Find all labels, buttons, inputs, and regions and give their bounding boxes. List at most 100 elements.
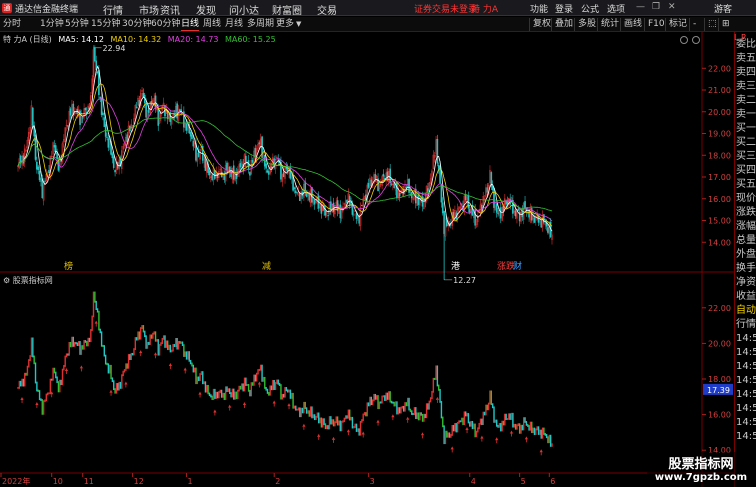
side-panel-item[interactable]: 14:5 [736, 360, 756, 374]
sub-bar [140, 327, 142, 340]
side-panel-item[interactable]: 行情 [736, 318, 756, 332]
price-tick-label: 22.00 [708, 64, 731, 73]
tool-fuquan[interactable]: 复权 [529, 18, 551, 31]
side-panel-item[interactable]: 14:5 [736, 374, 756, 388]
sub-bar [183, 344, 185, 357]
menu-wenxiaoda[interactable]: 问小达 [229, 2, 259, 17]
period-5min[interactable]: 5分钟 [65, 18, 89, 31]
tool-huaxian[interactable]: 画线 [620, 18, 642, 31]
candle-body [251, 160, 254, 163]
menu-jiaoyi[interactable]: 交易 [317, 2, 337, 17]
period-monthly[interactable]: 月线 [225, 18, 243, 31]
period-15min[interactable]: 15分钟 [91, 18, 120, 31]
menu-faxian[interactable]: 发现 [196, 2, 216, 17]
guest-label[interactable]: 游客 [714, 2, 732, 15]
candle-body [100, 97, 103, 115]
candle-body [299, 193, 301, 201]
side-panel-item[interactable]: 14:5 [736, 388, 756, 402]
pane-settings-icon[interactable] [680, 36, 688, 44]
candle-body [48, 170, 50, 173]
menu-hangqing[interactable]: 行情 [103, 2, 123, 17]
restore-icon[interactable]: ❐ [652, 2, 660, 12]
sub-bar [551, 443, 553, 447]
side-panel-item[interactable]: 自动 [736, 304, 756, 318]
sub-bar [537, 426, 540, 435]
candle-body [192, 141, 195, 147]
sub-bar [249, 389, 251, 397]
sub-bar [522, 417, 525, 431]
candle-body [211, 174, 213, 181]
side-panel-item[interactable]: 14:5 [736, 416, 756, 430]
sub-bar [327, 425, 329, 430]
close-icon[interactable]: ✕ [668, 2, 676, 12]
sub-bar [393, 401, 395, 407]
chart-area[interactable]: 22.00 21.00 20.00 19.00 18.00 17.00 16.00 15.00… [0, 32, 734, 487]
period-1min[interactable]: 1分钟 [40, 18, 64, 31]
tool-minus[interactable]: - [689, 18, 696, 31]
sub-bar [22, 378, 25, 387]
sub-tick-label: 18.00 [708, 375, 731, 384]
side-panel-item[interactable]: 14:5 [736, 430, 756, 444]
period-daily[interactable]: 日线 [181, 18, 200, 31]
tool-window-icon[interactable]: ⬚ [704, 18, 717, 31]
sub-bar [191, 362, 193, 367]
menu-xuanxiang[interactable]: 选项 [607, 2, 625, 15]
menu-denglu[interactable]: 登录 [555, 2, 573, 15]
sub-bar [359, 421, 362, 436]
sub-bar [281, 393, 284, 400]
tool-tongji[interactable]: 统计 [597, 18, 619, 31]
candle-body [36, 161, 38, 170]
menu-caifuquan[interactable]: 财富圈 [272, 2, 302, 17]
tool-biaoji[interactable]: 标记 [665, 18, 687, 31]
sub-bar [483, 411, 486, 416]
side-panel-item[interactable]: 14:5 [736, 332, 756, 346]
side-panel-item[interactable]: 14:5 [736, 346, 756, 360]
sub-bar [42, 400, 45, 415]
period-30min[interactable]: 30分钟 [122, 18, 151, 31]
sub-bar [417, 412, 420, 421]
period-multi[interactable]: 多周期 [247, 18, 274, 31]
menu-zixun[interactable]: 资讯 [160, 2, 180, 17]
period-60min[interactable]: 60分钟 [151, 18, 180, 31]
tool-grid-icon[interactable]: ⊞ [718, 18, 730, 31]
period-fenshi[interactable]: 分时 [3, 18, 21, 31]
menu-gongshi[interactable]: 公式 [581, 2, 599, 15]
sub-bar [36, 381, 38, 392]
side-panel-item[interactable]: 14:5 [736, 402, 756, 416]
sub-bar [117, 383, 119, 391]
minimize-icon[interactable]: — [636, 2, 645, 12]
sub-bar [126, 363, 128, 369]
sub-bar [69, 342, 72, 348]
sub-bar [467, 413, 470, 424]
kline-chart-svg[interactable]: 22.00 21.00 20.00 19.00 18.00 17.00 16.00 15.00… [0, 32, 734, 487]
sub-bar [218, 391, 220, 399]
tool-duogu[interactable]: 多股 [574, 18, 596, 31]
sub-bar [384, 395, 386, 401]
tool-diejia[interactable]: 叠加 [551, 18, 573, 31]
sub-bar [115, 383, 118, 394]
sub-pane-gear-icon[interactable]: ⚙ [3, 276, 10, 285]
tool-f10[interactable]: F10 [644, 18, 665, 31]
low-price-annotation: 12.27 [453, 276, 476, 285]
sub-bar [171, 349, 173, 353]
side-panel-item: 买三 [736, 151, 756, 162]
sub-bar [331, 419, 333, 425]
sub-bar [223, 392, 226, 400]
sub-bar [257, 369, 259, 375]
sub-bar [371, 399, 374, 406]
sub-bar [498, 423, 501, 428]
period-more[interactable]: 更多 [276, 18, 294, 31]
event-mark: 财 [513, 260, 522, 272]
more-chevron-icon[interactable]: ▼ [296, 18, 301, 31]
menu-gongneng[interactable]: 功能 [530, 2, 548, 15]
period-weekly[interactable]: 周线 [203, 18, 221, 31]
sub-bar [135, 337, 138, 341]
pane-close-icon[interactable] [692, 36, 700, 44]
sub-bar [82, 345, 84, 350]
sub-bar [433, 377, 436, 380]
sub-bar [129, 354, 131, 361]
sub-bar [222, 392, 224, 398]
sub-bar [269, 385, 271, 396]
trade-login-status[interactable]: 证券交易未登录 [414, 2, 477, 15]
menu-shichang[interactable]: 市场 [139, 2, 159, 17]
